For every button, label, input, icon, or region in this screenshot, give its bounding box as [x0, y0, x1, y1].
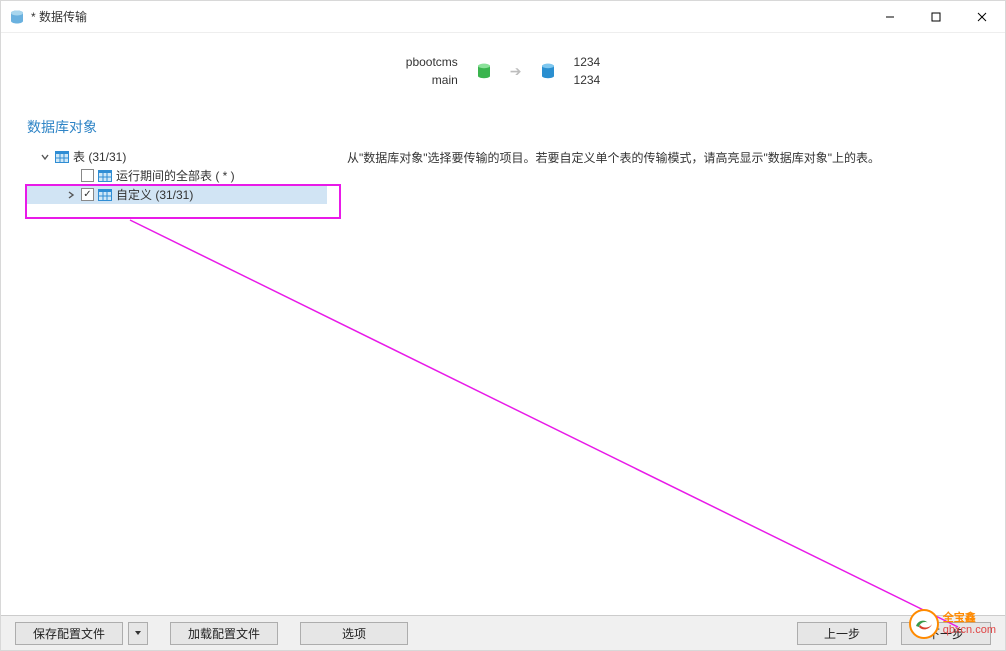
tree-root-tables[interactable]: 表 (31/31) — [25, 147, 327, 166]
transfer-summary: pbootcms main ➔ 1234 1234 — [1, 33, 1005, 117]
next-button[interactable]: 下一步 — [901, 622, 991, 645]
minimize-button[interactable] — [867, 1, 913, 33]
tree-item-all-tables[interactable]: 运行期间的全部表 ( * ) — [25, 166, 327, 185]
tree-root-label: 表 (31/31) — [73, 148, 126, 165]
footer-toolbar: 保存配置文件 加载配置文件 选项 上一步 下一步 — [1, 615, 1005, 650]
table-icon — [55, 151, 69, 163]
section-title: 数据库对象 — [1, 117, 1005, 147]
tree-custom-label: 自定义 (31/31) — [116, 186, 193, 203]
table-icon — [98, 170, 112, 182]
tree-all-tables-label: 运行期间的全部表 ( * ) — [116, 167, 235, 184]
target-schema-label: 1234 — [574, 73, 601, 87]
titlebar: * 数据传输 — [1, 1, 1005, 33]
database-icon-target — [540, 63, 556, 79]
prev-button[interactable]: 上一步 — [797, 622, 887, 645]
app-icon — [9, 9, 25, 25]
chevron-down-icon[interactable] — [39, 151, 51, 163]
load-profile-button[interactable]: 加载配置文件 — [170, 622, 278, 645]
source-connection-label: pbootcms — [406, 55, 458, 69]
checkbox-custom[interactable] — [81, 188, 94, 201]
options-button[interactable]: 选项 — [300, 622, 408, 645]
table-icon — [98, 189, 112, 201]
object-tree: 表 (31/31) 运行期间的全部表 ( * ) — [25, 147, 327, 615]
hint-text: 从"数据库对象"选择要传输的项目。若要自定义单个表的传输模式，请高亮显示"数据库… — [347, 147, 880, 615]
maximize-button[interactable] — [913, 1, 959, 33]
chevron-right-icon[interactable] — [65, 189, 77, 201]
checkbox-all-tables[interactable] — [81, 169, 94, 182]
save-profile-button[interactable]: 保存配置文件 — [15, 622, 123, 645]
spacer — [65, 170, 77, 182]
window-title: * 数据传输 — [31, 8, 87, 25]
target-connection-label: 1234 — [574, 55, 601, 69]
source-schema-label: main — [406, 73, 458, 87]
database-icon-source — [476, 63, 492, 79]
close-button[interactable] — [959, 1, 1005, 33]
tree-item-custom[interactable]: 自定义 (31/31) — [25, 185, 327, 204]
save-profile-dropdown[interactable] — [128, 622, 148, 645]
arrow-right-icon: ➔ — [510, 63, 522, 80]
